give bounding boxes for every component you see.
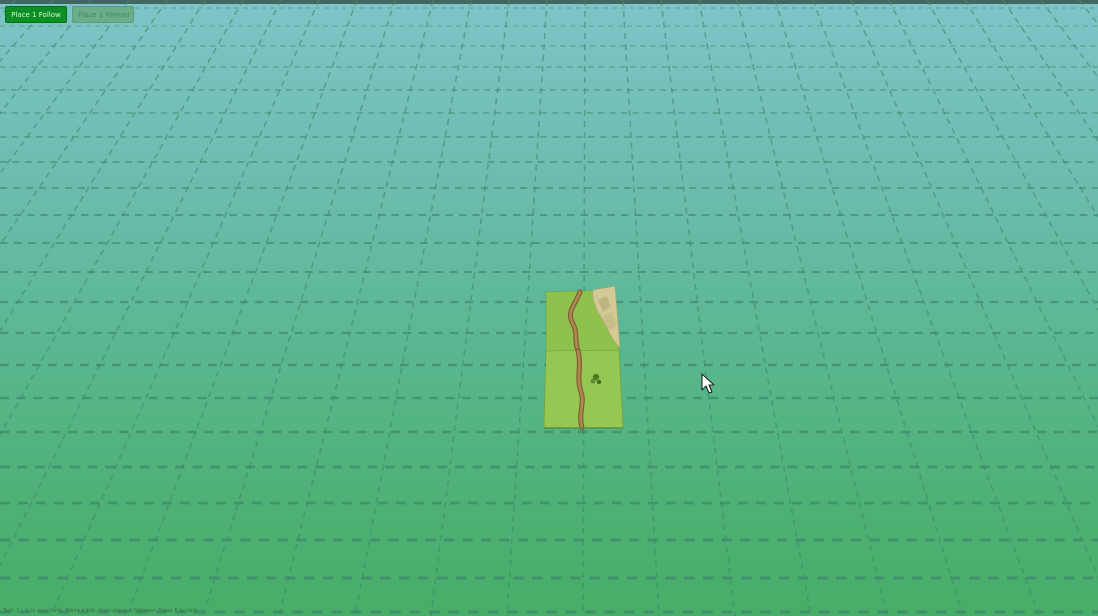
grid-line bbox=[354, 0, 472, 616]
grid-line bbox=[0, 0, 130, 175]
grid-line bbox=[1078, 0, 1098, 26]
grid-line bbox=[1040, 0, 1098, 79]
grid-line bbox=[126, 0, 358, 616]
grid-line bbox=[0, 0, 92, 115]
grid-line bbox=[0, 0, 282, 568]
status-text: Turn 1 - It is your turn. Place a tile, … bbox=[3, 608, 200, 614]
grid-line bbox=[506, 0, 548, 616]
grid-line bbox=[850, 0, 1098, 579]
grid-line bbox=[1002, 0, 1098, 143]
grid-line bbox=[0, 0, 168, 247]
grid-line bbox=[926, 0, 1098, 312]
grid-line bbox=[278, 0, 434, 616]
board-grid[interactable] bbox=[0, 0, 1098, 616]
grid-line bbox=[812, 0, 1040, 616]
grid-line bbox=[698, 0, 812, 616]
mouse-pointer-icon bbox=[701, 373, 715, 394]
placed-tiles bbox=[543, 285, 624, 431]
grid-line bbox=[202, 0, 396, 616]
grid-line bbox=[50, 0, 320, 616]
grid-line bbox=[622, 0, 660, 616]
grid-line bbox=[736, 0, 888, 616]
grid-line bbox=[0, 0, 54, 63]
tile-road-monastery bbox=[543, 348, 624, 431]
place-follower-button[interactable]: Place 1 Follow bbox=[5, 6, 67, 23]
game-viewport[interactable]: Place 1 Follow Place 1 Farmer Turn 1 - I… bbox=[0, 0, 1098, 616]
grid-line bbox=[964, 0, 1098, 219]
grid-line bbox=[888, 0, 1098, 429]
grid-line bbox=[0, 0, 206, 333]
tile-city-road bbox=[545, 285, 621, 354]
grid-line bbox=[660, 0, 736, 616]
grid-line bbox=[430, 0, 510, 616]
grid-line bbox=[0, 0, 16, 18]
grid-line bbox=[0, 0, 244, 437]
place-farmer-button[interactable]: Place 1 Farmer bbox=[72, 6, 134, 23]
